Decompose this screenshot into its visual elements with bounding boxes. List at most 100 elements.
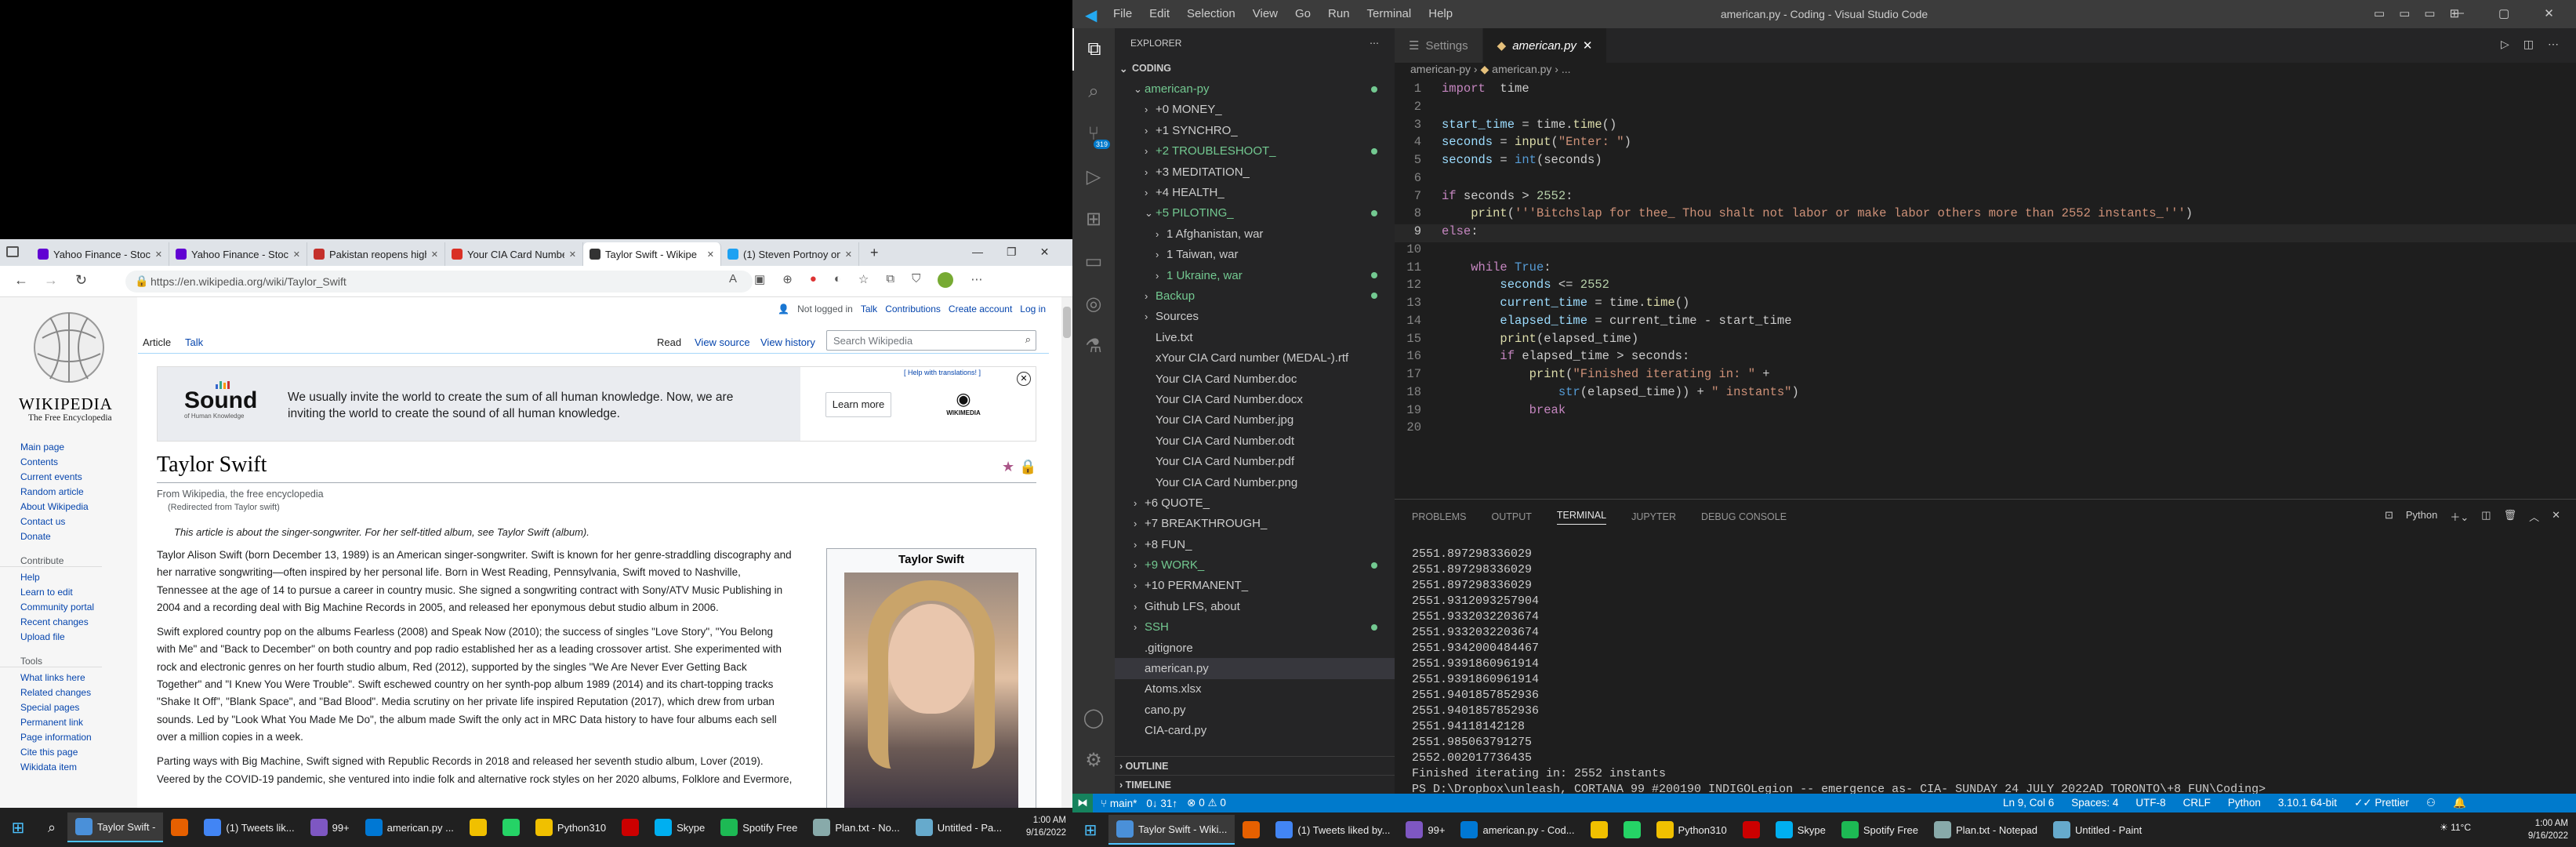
code-line[interactable]: 8 print('''Bitchslap for thee_ Thou shal… — [1395, 206, 2576, 224]
code-line[interactable]: 5 seconds = int(seconds) — [1395, 153, 2576, 171]
close-tab-icon[interactable]: ✕ — [569, 249, 576, 260]
taskbar-app[interactable]: (1) Tweets liked by... — [1268, 815, 1398, 845]
source-control-icon[interactable]: ⑂ 319 — [1072, 113, 1115, 155]
file-item[interactable]: Your CIA Card Number.pdf — [1115, 451, 1395, 471]
file-item[interactable]: Your CIA Card Number.docx — [1115, 389, 1395, 409]
folder-item[interactable]: ⌄ american-py — [1115, 78, 1395, 99]
close-tab-icon[interactable]: ✕ — [1583, 38, 1593, 53]
explorer-icon[interactable]: ⧉ — [1072, 28, 1115, 71]
learn-more-button[interactable]: Learn more — [825, 392, 891, 417]
breadcrumb-file[interactable]: american.py — [1492, 63, 1551, 75]
file-item[interactable]: CIA-card.py — [1115, 721, 1395, 741]
tab-read[interactable]: Read — [657, 336, 681, 348]
file-item[interactable]: xYour CIA Card number (MEDAL-).rtf — [1115, 347, 1395, 368]
panel-tab[interactable]: PROBLEMS — [1412, 511, 1466, 522]
terminal-shell-icon[interactable]: ⊡ — [2385, 509, 2393, 524]
folder-item[interactable]: › +0 MONEY_ — [1115, 100, 1395, 120]
panel-tab[interactable]: DEBUG CONSOLE — [1701, 511, 1787, 522]
problems-status[interactable]: ⊗ 0 ⚠ 0 — [1187, 797, 1226, 809]
zoom-icon[interactable]: ⊕ — [782, 272, 793, 288]
accounts-icon[interactable]: ◯ — [1072, 696, 1115, 739]
sidebar-link[interactable]: Special pages — [0, 700, 137, 715]
terminal-lang-label[interactable]: Python — [2406, 509, 2437, 524]
taskbar-app[interactable]: Untitled - Pa... — [908, 812, 1010, 842]
code-line[interactable]: 12 seconds <= 2552 — [1395, 278, 2576, 296]
folder-item[interactable]: › +3 MEDITATION_ — [1115, 162, 1395, 182]
browser-tab[interactable]: Yahoo Finance - Stock ✕ — [169, 242, 307, 266]
toggle-sidebar-icon[interactable]: ▭ — [2374, 6, 2385, 20]
new-terminal-icon[interactable]: ＋⌄ — [2450, 509, 2469, 524]
taskbar-app[interactable]: american.py - Cod... — [1453, 815, 1582, 845]
python-interpreter[interactable]: 3.10.1 64-bit — [2278, 797, 2337, 809]
testing-icon[interactable]: ⚗ — [1072, 325, 1115, 367]
url-input[interactable]: 🔒 https://en.wikipedia.org/wiki/Taylor_S… — [125, 271, 753, 293]
taskbar-app[interactable]: Spotify Free — [1834, 815, 1926, 845]
sidebar-link[interactable]: Recent changes — [0, 615, 137, 630]
run-debug-icon[interactable]: ▷ — [1072, 155, 1115, 198]
collections-icon[interactable]: ⧉ — [886, 272, 894, 288]
timeline-section[interactable]: › TIMELINE — [1115, 775, 1395, 794]
tab-american-py[interactable]: ◆ american.py ✕ — [1482, 28, 1608, 63]
taskbar-app[interactable] — [462, 812, 495, 842]
extensions-icon[interactable]: ⊞ — [1072, 198, 1115, 240]
folder-item[interactable]: ⌄ +5 PILOTING_ — [1115, 203, 1395, 224]
search-icon[interactable]: ⌕ — [1025, 333, 1031, 346]
folder-item[interactable]: › +1 SYNCHRO_ — [1115, 120, 1395, 140]
taskbar-app[interactable]: Python310 — [528, 812, 614, 842]
code-editor[interactable]: 1 import time 2 3 start_time = time.time() 4 s… — [1395, 80, 2576, 438]
sidebar-link[interactable]: Page information — [0, 730, 137, 745]
taskbar-app[interactable]: american.py ... — [357, 812, 462, 842]
close-icon[interactable]: ✕ — [1040, 245, 1050, 259]
sidebar-link[interactable]: Cite this page — [0, 745, 137, 760]
code-line[interactable]: 14 elapsed_time = current_time - start_t… — [1395, 314, 2576, 332]
taskbar-app[interactable]: Plan.txt - No... — [805, 812, 907, 842]
user-talk-link[interactable]: Talk — [861, 304, 877, 314]
remote-explorer-icon[interactable]: ▭ — [1072, 240, 1115, 282]
taskbar-app[interactable]: Taylor Swift - Wiki... — [1108, 815, 1235, 845]
jupyter-icon[interactable]: ◎ — [1072, 282, 1115, 325]
banner-help-link[interactable]: [ Help with translations! ] — [904, 369, 981, 376]
tab-article[interactable]: Article — [143, 336, 171, 348]
browser-tab[interactable]: Taylor Swift - Wikipe ✕ — [583, 242, 721, 266]
sidebar-link[interactable]: Community portal — [0, 600, 137, 615]
start-icon[interactable]: ⊞ — [1072, 820, 1108, 840]
close-tab-icon[interactable]: ✕ — [431, 249, 438, 260]
code-line[interactable]: 18 str(elapsed_time)) + " instants") — [1395, 385, 2576, 403]
sidebar-link[interactable]: Permanent link — [0, 715, 137, 730]
taskbar-app[interactable]: 99+ — [303, 812, 357, 842]
split-terminal-icon[interactable]: ◫ — [2481, 509, 2491, 524]
code-line[interactable]: 15 print(elapsed_time) — [1395, 332, 2576, 350]
file-item[interactable]: Live.txt — [1115, 327, 1395, 347]
outline-section[interactable]: › OUTLINE — [1115, 756, 1395, 775]
new-tab-icon[interactable]: + — [870, 245, 879, 261]
notifications-icon[interactable]: 🔔 — [2453, 797, 2466, 809]
close-tab-icon[interactable]: ✕ — [293, 249, 300, 260]
close-tab-icon[interactable]: ✕ — [155, 249, 162, 260]
refresh-icon[interactable]: ↻ — [75, 272, 87, 289]
workspace-header[interactable]: ⌄ CODING — [1115, 58, 1395, 78]
taskbar-app[interactable]: Skype — [1768, 815, 1834, 845]
folder-item[interactable]: › +9 WORK_ — [1115, 554, 1395, 575]
read-aloud-icon[interactable]: A — [729, 272, 737, 288]
taskbar-app[interactable] — [1235, 815, 1268, 845]
sidebar-link[interactable]: Contact us — [0, 514, 137, 529]
folder-item[interactable]: › 1 Taiwan, war — [1115, 245, 1395, 265]
code-line[interactable]: 3 start_time = time.time() — [1395, 118, 2576, 136]
folder-item[interactable]: › +7 BREAKTHROUGH_ — [1115, 514, 1395, 534]
cursor-position[interactable]: Ln 9, Col 6 — [2003, 797, 2054, 809]
maximize-icon[interactable]: ▢ — [2498, 6, 2509, 20]
split-editor-icon[interactable]: ◫ — [2523, 38, 2534, 51]
right-clock[interactable]: 1:00 AM 9/16/2022 — [2528, 817, 2568, 842]
folder-item[interactable]: › 1 Ukraine, war — [1115, 265, 1395, 285]
manage-gear-icon[interactable]: ⚙ — [1072, 739, 1115, 781]
terminal-output[interactable]: 2551.897298336029 2551.897298336029 2551.8… — [1395, 534, 2576, 798]
browser-tab[interactable]: Your CIA Card Number ✕ — [445, 242, 583, 266]
folder-item[interactable]: › Sources — [1115, 307, 1395, 327]
search-icon[interactable]: ⌕ — [1072, 71, 1115, 113]
wikipedia-globe-logo[interactable] — [27, 307, 111, 393]
code-line[interactable]: 2 — [1395, 100, 2576, 118]
code-line[interactable]: 16 if elapsed_time > seconds: — [1395, 349, 2576, 367]
folder-item[interactable]: › Backup — [1115, 285, 1395, 306]
git-branch[interactable]: ⑂ main* — [1101, 798, 1137, 809]
tab-talk[interactable]: Talk — [185, 336, 203, 348]
